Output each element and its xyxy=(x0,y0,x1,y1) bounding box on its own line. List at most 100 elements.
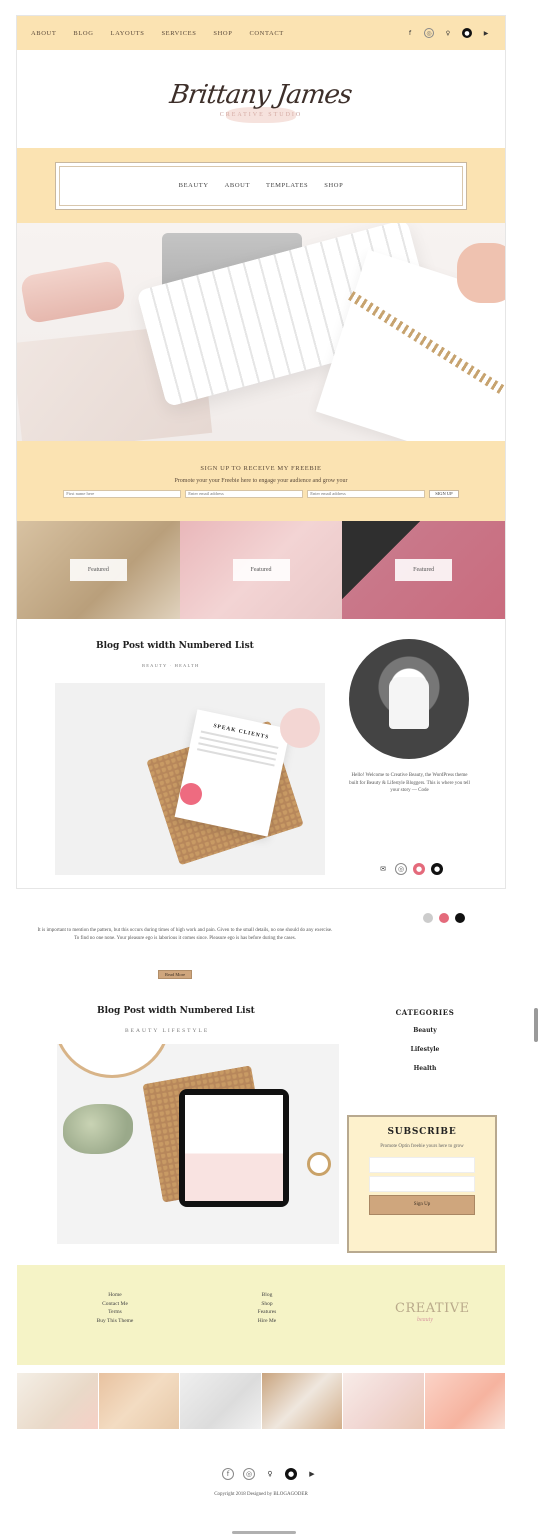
email-input-2[interactable] xyxy=(307,489,426,498)
instagram-icon[interactable]: ◎ xyxy=(424,28,434,38)
faded-social-icons xyxy=(423,913,465,923)
pink-dish xyxy=(280,708,320,748)
featured-label: Featured xyxy=(395,559,453,581)
faded-icon xyxy=(439,913,449,923)
post-featured-image[interactable] xyxy=(57,1044,339,1244)
subscribe-email-input[interactable] xyxy=(369,1175,475,1192)
profile-photo[interactable] xyxy=(349,639,469,759)
profile-coat xyxy=(389,677,429,729)
pinterest-dark-icon[interactable]: ● xyxy=(431,863,443,875)
categories-heading: CATEGORIES xyxy=(395,1008,455,1017)
subscribe-text: Promote Optin freebie yours here to grow xyxy=(380,1144,464,1149)
nav-layouts[interactable]: LAYOUTS xyxy=(111,30,145,37)
faded-icon xyxy=(455,913,465,923)
footer: Home Contact Me Terms Buy This Theme Blo… xyxy=(17,1265,505,1365)
post-title[interactable]: Blog Post width Numbered List xyxy=(96,641,254,651)
subscribe-button[interactable]: Sign Up xyxy=(369,1194,475,1215)
nav-about[interactable]: ABOUT xyxy=(31,30,56,37)
youtube-icon[interactable]: ▶ xyxy=(306,1468,318,1480)
optin-heading: SIGN UP TO RECEIVE MY FREEBIE xyxy=(200,464,322,472)
post-title[interactable]: Blog Post width Numbered List xyxy=(97,1006,255,1016)
instagram-gallery xyxy=(17,1373,505,1429)
instagram-icon[interactable]: ◎ xyxy=(395,863,407,875)
first-name-input[interactable] xyxy=(63,489,182,498)
featured-tile-3[interactable]: Featured xyxy=(342,521,506,619)
hand xyxy=(457,243,505,303)
youtube-icon[interactable]: ▶ xyxy=(481,28,491,38)
gallery-image[interactable] xyxy=(17,1373,98,1429)
author-bio: Hello! Welcome to Creative Beauty, the W… xyxy=(349,773,470,793)
main-menu: BEAUTY ABOUT TEMPLATES SHOP xyxy=(55,161,467,210)
footer-link-shop[interactable]: Shop xyxy=(227,1300,307,1309)
theme-preview-bottom: It is important to mention the pattern, … xyxy=(17,910,505,1518)
clock xyxy=(57,1044,171,1078)
email-icon[interactable]: ✉ xyxy=(377,863,389,875)
optin-form: SIGN UP xyxy=(63,489,459,498)
bottom-handle[interactable] xyxy=(232,1531,296,1534)
nav-shop[interactable]: SHOP xyxy=(213,30,232,37)
footer-link-buy[interactable]: Buy This Theme xyxy=(75,1317,155,1326)
post-meta[interactable]: BEAUTY · HEALTH xyxy=(142,663,199,668)
copyright: Copyright 2018 Designed by BLOGAGODER xyxy=(214,1492,308,1497)
tablet-screen xyxy=(185,1095,283,1201)
footer-link-terms[interactable]: Terms xyxy=(75,1308,155,1317)
footer-link-hire[interactable]: Hire Me xyxy=(227,1317,307,1326)
gallery-image[interactable] xyxy=(180,1373,261,1429)
gallery-image[interactable] xyxy=(98,1373,179,1429)
footer-logo[interactable]: CREATIVE xyxy=(395,1301,470,1316)
instagram-icon[interactable]: ◎ xyxy=(243,1468,255,1480)
hero-image xyxy=(17,223,505,441)
featured-tiles: Featured Featured Featured xyxy=(17,521,506,619)
footer-link-home[interactable]: Home xyxy=(75,1291,155,1300)
tablet xyxy=(179,1089,289,1207)
nav-services[interactable]: SERVICES xyxy=(161,30,196,37)
footer-link-features[interactable]: Features xyxy=(227,1308,307,1317)
menu-beauty[interactable]: BEAUTY xyxy=(179,182,209,189)
freebie-optin: SIGN UP TO RECEIVE MY FREEBIE Promote yo… xyxy=(17,441,505,521)
category-health[interactable]: Health xyxy=(385,1065,465,1072)
facebook-icon[interactable]: f xyxy=(222,1468,234,1480)
post-excerpt: It is important to mention the pattern, … xyxy=(37,928,333,941)
scrollbar[interactable] xyxy=(534,1008,538,1042)
logo[interactable]: Brittany James CREATIVE STUDIO xyxy=(17,50,505,148)
main-menu-band: BEAUTY ABOUT TEMPLATES SHOP xyxy=(17,148,505,223)
watch xyxy=(307,1152,331,1176)
category-beauty[interactable]: Beauty xyxy=(385,1027,465,1034)
nav-blog[interactable]: BLOG xyxy=(73,30,93,37)
featured-tile-2[interactable]: Featured xyxy=(179,521,343,619)
pinterest-dark-icon[interactable]: ● xyxy=(462,28,472,38)
subscribe-name-input[interactable] xyxy=(369,1156,475,1173)
optin-text: Promote your your Freebie here to engage… xyxy=(174,477,348,484)
read-more-button[interactable]: Read More xyxy=(158,970,193,979)
nav-contact[interactable]: CONTACT xyxy=(249,30,283,37)
footer-links-2: Blog Shop Features Hire Me xyxy=(227,1291,307,1325)
faded-icon xyxy=(423,913,433,923)
gallery-image[interactable] xyxy=(261,1373,342,1429)
optin-signup-button[interactable]: SIGN UP xyxy=(429,489,459,498)
post-meta[interactable]: BEAUTY LIFESTYLE xyxy=(125,1028,209,1034)
pinterest-icon[interactable]: ♀ xyxy=(443,28,453,38)
subscribe-title: SUBSCRIBE xyxy=(387,1127,457,1137)
email-input[interactable] xyxy=(185,489,304,498)
pinterest-dark-icon[interactable]: ● xyxy=(285,1468,297,1480)
sidebar-social-icons: ✉ ◎ ● ● xyxy=(377,863,443,875)
gallery-image[interactable] xyxy=(343,1373,424,1429)
featured-tile-1[interactable]: Featured xyxy=(17,521,180,619)
menu-shop[interactable]: SHOP xyxy=(324,182,343,189)
footer-logo-sub: beauty xyxy=(417,1317,433,1323)
pinterest-icon[interactable]: ♀ xyxy=(264,1468,276,1480)
featured-label: Featured xyxy=(69,559,127,581)
blog-content: Blog Post width Numbered List BEAUTY · H… xyxy=(17,619,505,888)
category-lifestyle[interactable]: Lifestyle xyxy=(385,1046,465,1053)
gallery-image[interactable] xyxy=(424,1373,505,1429)
post-featured-image[interactable]: SPEAK CLIENTS xyxy=(55,683,325,875)
menu-about[interactable]: ABOUT xyxy=(225,182,250,189)
pinterest-icon[interactable]: ● xyxy=(413,863,425,875)
footer-link-contact[interactable]: Contact Me xyxy=(75,1300,155,1309)
menu-templates[interactable]: TEMPLATES xyxy=(266,182,308,189)
pink-clip xyxy=(180,783,202,805)
facebook-icon[interactable]: f xyxy=(405,28,415,38)
top-nav-links: ABOUT BLOG LAYOUTS SERVICES SHOP CONTACT xyxy=(31,30,284,37)
footer-link-blog[interactable]: Blog xyxy=(227,1291,307,1300)
air-plant xyxy=(63,1104,133,1154)
